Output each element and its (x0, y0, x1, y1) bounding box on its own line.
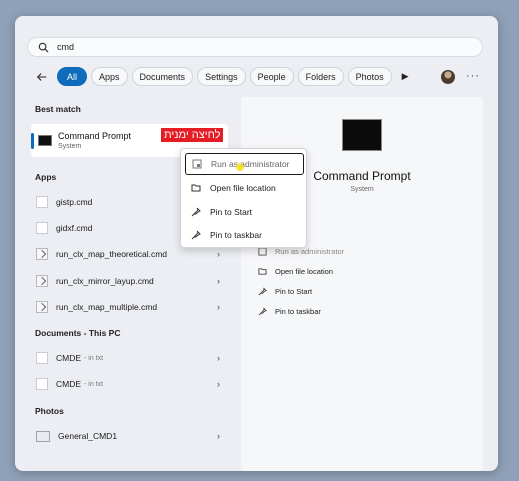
apps-heading: Apps (35, 172, 57, 182)
selection-indicator (31, 133, 34, 149)
best-match-title: Command Prompt (58, 131, 132, 141)
chevron-right-icon[interactable]: › (217, 431, 220, 441)
back-arrow-icon[interactable] (33, 68, 51, 86)
chevron-right-icon[interactable]: › (217, 379, 220, 389)
photo-item[interactable]: General_CMD1 › (33, 424, 230, 448)
detail-action-pin-start[interactable]: Pin to Start (258, 287, 312, 296)
shield-icon (192, 159, 202, 169)
shield-icon (258, 247, 267, 256)
menu-item-pin-start[interactable]: Pin to Start (185, 201, 304, 223)
cmd-file-icon (36, 248, 48, 260)
right-click-annotation: לחיצה ימנית (161, 128, 224, 142)
search-icon (38, 42, 49, 53)
document-item[interactable]: CMDE - in txt › (33, 372, 230, 396)
menu-item-run-as-admin[interactable]: Run as administrator (185, 153, 304, 175)
photos-heading: Photos (35, 406, 64, 416)
best-match-heading: Best match (35, 104, 81, 114)
chevron-right-icon[interactable]: › (217, 276, 220, 286)
filter-documents[interactable]: Documents (131, 67, 194, 86)
pin-icon (191, 207, 201, 217)
chevron-right-icon[interactable]: › (217, 302, 220, 312)
chevron-right-icon[interactable]: › (217, 353, 220, 363)
mouse-cursor-highlight (236, 163, 244, 171)
pin-icon (191, 230, 201, 240)
search-input[interactable] (57, 42, 457, 52)
file-icon (36, 196, 48, 208)
detail-action-run-as-admin[interactable]: Run as administrator (258, 247, 344, 256)
text-file-icon (36, 352, 48, 364)
app-item[interactable]: run_clx_map_multiple.cmd › (33, 295, 230, 319)
folder-icon (191, 184, 201, 192)
more-filters-icon[interactable]: ▶ (402, 71, 409, 82)
app-item[interactable]: run_clx_mirror_layup.cmd › (33, 269, 230, 293)
image-icon (36, 430, 50, 442)
best-match-subtitle: System (58, 143, 82, 150)
filter-settings[interactable]: Settings (197, 67, 246, 86)
more-options-icon[interactable]: ··· (466, 70, 480, 82)
chevron-right-icon[interactable]: › (217, 249, 220, 259)
context-menu: Run as administrator Open file location … (180, 148, 307, 248)
filter-photos[interactable]: Photos (347, 67, 392, 86)
detail-action-open-location[interactable]: Open file location (258, 267, 333, 276)
filter-all[interactable]: All (57, 67, 88, 86)
filter-folders[interactable]: Folders (297, 67, 344, 86)
command-prompt-icon (38, 135, 52, 146)
folder-icon (258, 268, 267, 275)
avatar[interactable] (441, 70, 455, 84)
filter-people[interactable]: People (249, 67, 294, 86)
pin-icon (258, 287, 267, 296)
detail-action-pin-taskbar[interactable]: Pin to taskbar (258, 307, 321, 316)
menu-item-open-location[interactable]: Open file location (185, 177, 304, 199)
text-file-icon (36, 378, 48, 390)
search-box[interactable] (27, 37, 483, 57)
cmd-file-icon (36, 301, 48, 313)
document-item[interactable]: CMDE - in txt › (33, 346, 230, 370)
cmd-file-icon (36, 275, 48, 287)
pin-icon (258, 307, 267, 316)
command-prompt-large-icon (342, 119, 382, 151)
filter-bar: All Apps Documents Settings People Folde… (33, 67, 409, 86)
filter-apps[interactable]: Apps (91, 67, 128, 86)
documents-heading: Documents - This PC (35, 328, 121, 338)
file-icon (36, 222, 48, 234)
menu-item-pin-taskbar[interactable]: Pin to taskbar (185, 224, 304, 246)
